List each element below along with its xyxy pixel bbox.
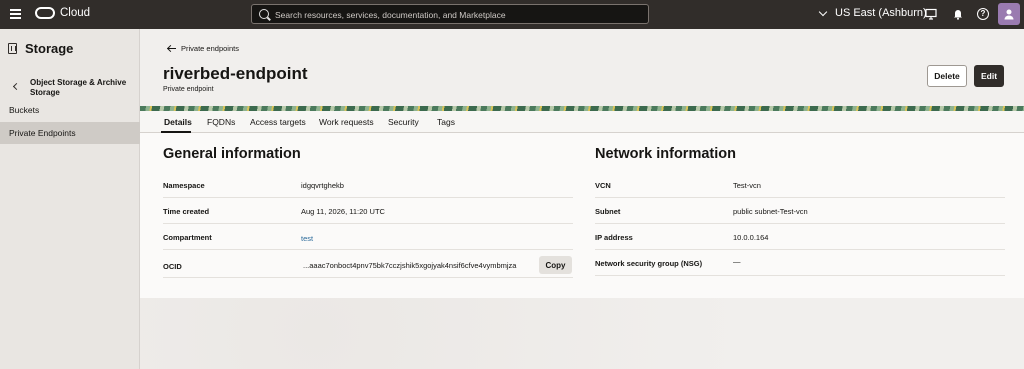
region-selector[interactable]: US East (Ashburn) [818,7,927,19]
tab-tags[interactable]: Tags [437,117,455,127]
sidebar-item-private-endpoints[interactable]: Private Endpoints [0,122,140,144]
brand-label[interactable]: Cloud [60,7,90,19]
menu-icon[interactable] [10,9,21,19]
top-navigation-bar: Cloud US East (Ashburn) ? [0,0,1024,29]
sidebar-title: Storage [25,41,74,56]
general-information-heading: General information [163,146,301,162]
info-row-time-created: Time created Aug 11, 2026, 11:20 UTC [163,198,573,224]
search-input[interactable] [275,8,635,21]
row-label: Compartment [163,233,212,242]
row-value: idgqvrtghekb [301,181,344,190]
tab-work-requests[interactable]: Work requests [319,117,374,127]
sidebar-item-buckets[interactable]: Buckets [0,99,140,121]
compartment-link[interactable]: test [301,234,313,243]
row-label: Network security group (NSG) [595,259,703,268]
background-decoration [140,298,1024,369]
edit-button[interactable]: Edit [974,65,1004,87]
network-information-heading: Network information [595,146,736,162]
chevron-down-icon [818,7,828,16]
page-title: riverbed-endpoint [163,64,308,83]
info-row-nsg: Network security group (NSG) — [595,250,1005,276]
tab-access-targets[interactable]: Access targets [250,117,306,127]
breadcrumb[interactable]: Private endpoints [167,44,239,53]
region-label: US East (Ashburn) [835,7,927,19]
oracle-logo-icon[interactable] [35,7,55,19]
delete-button[interactable]: Delete [927,65,967,87]
tab-details[interactable]: Details [164,117,192,127]
ocid-value: ...aaac7onboct4pnv75bk7cczjshik5xgojyak4… [303,261,517,270]
row-label: Time created [163,207,210,216]
chevron-left-icon [12,82,21,91]
sidebar-header: Storage [8,41,73,56]
copy-ocid-button[interactable]: Copy [539,256,572,274]
page-subtitle: Private endpoint [163,86,214,93]
row-value: Aug 11, 2026, 11:20 UTC [301,207,385,216]
info-row-ip-address: IP address 10.0.0.164 [595,224,1005,250]
row-value: public subnet-Test-vcn [733,207,808,216]
notification-bell-icon[interactable] [952,8,964,20]
row-value: Test-vcn [733,181,761,190]
tab-security[interactable]: Security [388,117,419,127]
row-label: OCID [163,262,182,271]
info-row-namespace: Namespace idgqvrtghekb [163,172,573,198]
breadcrumb-label: Private endpoints [181,44,239,53]
row-value: — [733,257,741,266]
info-row-vcn: VCN Test-vcn [595,172,1005,198]
cloud-shell-icon[interactable] [925,8,937,20]
info-row-ocid: OCID ...aaac7onboct4pnv75bk7cczjshik5xgo… [163,250,573,278]
row-label: Subnet [595,207,621,216]
arrow-left-icon [167,45,176,52]
search-icon [259,9,269,19]
sidebar-back-label: Object Storage & Archive Storage [30,78,127,97]
row-label: VCN [595,181,611,190]
row-label: Namespace [163,181,205,190]
sidebar: Storage Object Storage & Archive Storage… [0,29,140,369]
user-avatar[interactable] [998,3,1020,25]
info-row-compartment: Compartment test [163,224,573,250]
search-box[interactable] [251,4,649,24]
info-row-subnet: Subnet public subnet-Test-vcn [595,198,1005,224]
row-value: 10.0.0.164 [733,233,769,242]
help-icon[interactable]: ? [977,8,989,20]
tab-bar: Details FQDNs Access targets Work reques… [140,111,1024,133]
tab-fqdns[interactable]: FQDNs [207,117,235,127]
storage-icon [8,43,17,54]
row-label: IP address [595,233,633,242]
sidebar-back-link[interactable]: Object Storage & Archive Storage [0,75,140,101]
